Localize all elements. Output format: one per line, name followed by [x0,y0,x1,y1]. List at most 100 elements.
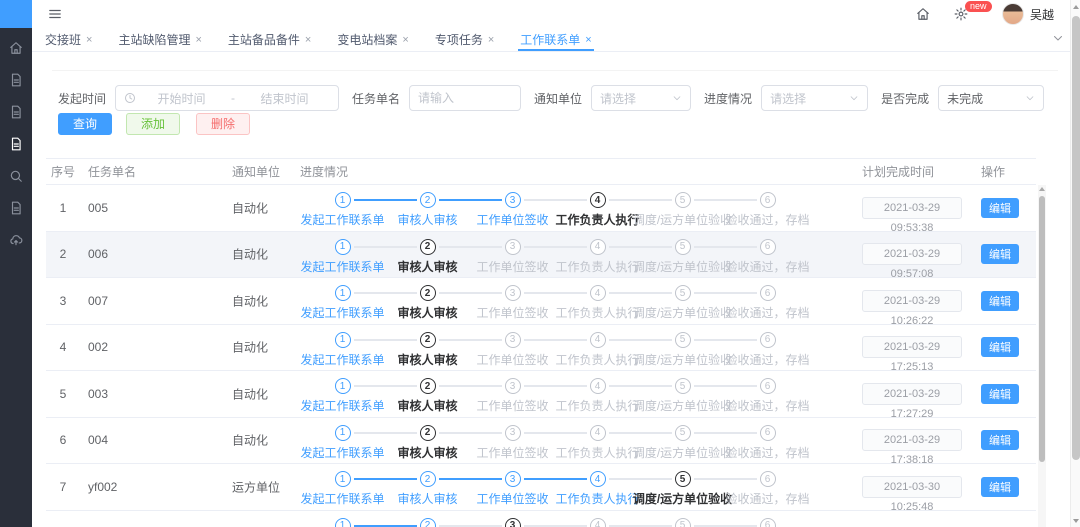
step-3: 3工作单位签收 [470,185,555,228]
app-window: new 吴越 交接班×主站缺陷管理×主站备品备件×变电站档案×专项任务×工作联系… [0,0,1080,527]
step-label: 工作负责人执行 [555,258,639,275]
table-row[interactable]: 4002自动化1发起工作联系单2审核人审核3工作单位签收4工作负责人执行5调度/… [46,325,1036,372]
tab-close-icon[interactable]: × [488,34,494,46]
table-row[interactable]: 1发起工作联系单2审核人审核3工作单位签收4工作负责人执行5调度/运方单位验收6… [46,511,1036,527]
step-2: 2审核人审核 [385,278,470,321]
step-circle: 5 [675,378,691,394]
document-icon-2[interactable] [0,96,32,128]
cloud-upload-icon[interactable] [0,224,32,256]
cell-task-name: 004 [88,433,218,447]
chevron-down-icon [1025,93,1035,103]
step-line [694,246,757,248]
document-icon-3[interactable] [0,128,32,160]
chevron-down-icon[interactable] [1052,32,1064,44]
table-row[interactable]: 7yf002运方单位1发起工作联系单2审核人审核3工作单位签收4工作负责人执行5… [46,464,1036,511]
step-4: 4工作负责人执行 [555,371,640,414]
add-button[interactable]: 添加 [126,113,180,135]
step-label: 发起工作联系单 [300,397,384,414]
scroll-up-icon[interactable] [1073,5,1079,9]
scroll-up-icon[interactable] [1039,187,1045,191]
tab-5[interactable]: 工作联系单× [520,28,591,51]
cell-actions: 编辑 [981,244,1019,264]
document-icon-4[interactable] [0,192,32,224]
table-row[interactable]: 3007自动化1发起工作联系单2审核人审核3工作单位签收4工作负责人执行5调度/… [46,278,1036,325]
step-circle: 6 [760,378,776,394]
table-scrollbar-thumb[interactable] [1039,196,1045,462]
step-line [609,525,672,527]
step-label: 发起工作联系单 [300,351,384,368]
cell-actions: 编辑 [981,291,1019,311]
edit-button[interactable]: 编辑 [981,198,1019,218]
step-circle: 6 [760,332,776,348]
step-circle: 1 [335,285,351,301]
step-label: 工作负责人执行 [555,397,639,414]
tab-4[interactable]: 专项任务× [435,28,494,51]
step-label: 审核人审核 [397,490,457,507]
step-5: 5调度/运方单位验收 [640,325,725,368]
step-circle: 2 [420,518,436,527]
start-time-label: 发起时间 [58,90,106,107]
step-line [439,292,502,294]
table-row[interactable]: 1005自动化1发起工作联系单2审核人审核3工作单位签收4工作负责人执行5调度/… [46,185,1036,232]
end-time-placeholder: 结束时间 [239,90,330,107]
tab-close-icon[interactable]: × [585,34,591,46]
tab-close-icon[interactable]: × [195,34,201,46]
date-range-picker[interactable]: 开始时间 - 结束时间 [115,85,339,111]
task-name-input[interactable] [418,91,512,105]
tab-2[interactable]: 主站备品备件 × [228,28,311,51]
page-scrollbar-thumb[interactable] [1072,16,1080,460]
complete-select[interactable]: 未完成 [938,85,1044,111]
cell-notify-unit: 自动化 [232,432,302,449]
search-icon[interactable] [0,160,32,192]
tab-close-icon[interactable]: × [86,34,92,46]
document-icon-1[interactable] [0,64,32,96]
step-line [524,432,587,434]
edit-button[interactable]: 编辑 [981,337,1019,357]
query-button[interactable]: 查询 [58,113,112,135]
step-line [609,478,672,480]
edit-button[interactable]: 编辑 [981,477,1019,497]
step-line [354,432,417,434]
cell-index: 7 [46,480,80,494]
progress-select[interactable]: 请选择 [761,85,868,111]
edit-button[interactable]: 编辑 [981,291,1019,311]
table-row[interactable]: 5003自动化1发起工作联系单2审核人审核3工作单位签收4工作负责人执行5调度/… [46,371,1036,418]
col-task-name: 任务单名 [88,159,218,186]
cell-planned-time: 2021-03-30 10:25:48 [862,476,962,498]
step-label: 发起工作联系单 [300,258,384,275]
tab-1[interactable]: 主站缺陷管理× [118,28,201,51]
user-name[interactable]: 吴越 [1030,6,1054,23]
step-1: 1发起工作联系单 [300,418,385,461]
table-row[interactable]: 2006自动化1发起工作联系单2审核人审核3工作单位签收4工作负责人执行5调度/… [46,232,1036,279]
home-icon[interactable] [0,32,32,64]
notify-unit-placeholder: 请选择 [600,90,636,107]
edit-button[interactable]: 编辑 [981,430,1019,450]
settings-wrap: new [954,7,968,21]
step-line [354,246,417,248]
cell-notify-unit: 自动化 [232,246,302,263]
step-3: 3工作单位签收 [470,278,555,321]
notify-unit-select[interactable]: 请选择 [591,85,691,111]
tab-label: 变电站档案 [337,31,397,48]
tab-close-icon[interactable]: × [305,34,311,46]
table-row[interactable]: 6004自动化1发起工作联系单2审核人审核3工作单位签收4工作负责人执行5调度/… [46,418,1036,465]
tab-label: 主站备品备件 [228,31,300,48]
tab-bar: 交接班×主站缺陷管理×主站备品备件×变电站档案×专项任务×工作联系单× [32,28,1070,52]
hamburger-menu-icon[interactable] [48,7,62,21]
step-circle: 3 [505,239,521,255]
delete-button[interactable]: 删除 [196,113,250,135]
step-label: 验收通过，存档 [725,490,809,507]
scroll-down-icon[interactable] [1073,519,1079,523]
step-label: 验收通过，存档 [725,211,809,228]
tab-0[interactable]: 交接班× [45,28,92,51]
step-label: 工作负责人执行 [555,351,639,368]
tab-3[interactable]: 变电站档案 × [337,28,408,51]
step-5: 5调度/运方单位验收 [640,278,725,321]
home-icon[interactable] [916,7,930,21]
edit-button[interactable]: 编辑 [981,244,1019,264]
avatar[interactable] [1002,3,1024,25]
step-1: 1发起工作联系单 [300,185,385,228]
step-6: 6验收通过，存档 [725,278,810,321]
tab-close-icon[interactable]: × [402,34,408,46]
edit-button[interactable]: 编辑 [981,384,1019,404]
